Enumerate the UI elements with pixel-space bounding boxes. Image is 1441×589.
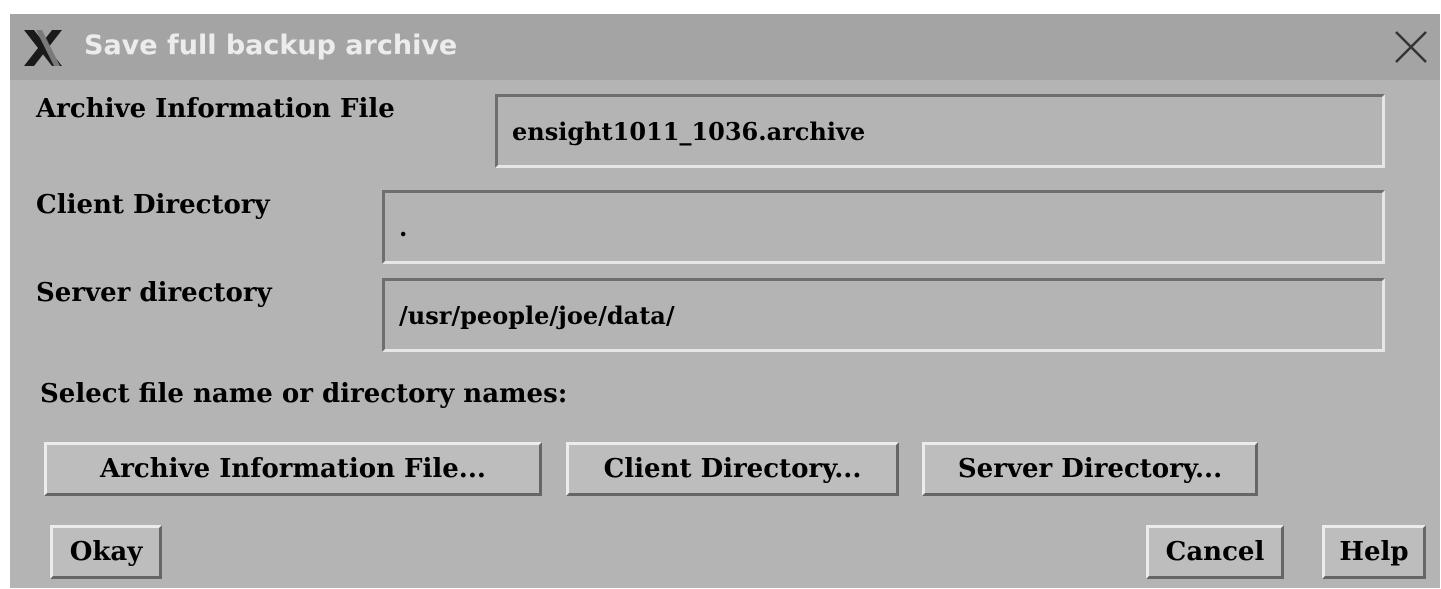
client-dir-field[interactable]	[382, 190, 1385, 264]
okay-button[interactable]: Okay	[50, 525, 162, 579]
archive-info-browse-button[interactable]: Archive Information File...	[44, 442, 542, 496]
server-dir-browse-button[interactable]: Server Directory...	[922, 442, 1258, 496]
server-dir-field[interactable]	[382, 278, 1385, 352]
archive-info-field[interactable]	[495, 94, 1385, 168]
window-title: Save full backup archive	[84, 30, 458, 61]
select-prompt: Select file name or directory names:	[40, 379, 568, 409]
archive-info-label: Archive Information File	[36, 94, 395, 124]
save-backup-dialog: Save full backup archive Archive Informa…	[10, 14, 1440, 588]
x-window-logo-icon	[24, 30, 62, 66]
title-bar[interactable]: Save full backup archive	[10, 14, 1440, 80]
server-dir-label: Server directory	[36, 278, 272, 308]
close-icon[interactable]	[1392, 28, 1430, 66]
cancel-button[interactable]: Cancel	[1146, 525, 1284, 579]
client-dir-browse-button[interactable]: Client Directory...	[566, 442, 899, 496]
help-button[interactable]: Help	[1322, 525, 1426, 579]
client-dir-label: Client Directory	[36, 190, 270, 220]
